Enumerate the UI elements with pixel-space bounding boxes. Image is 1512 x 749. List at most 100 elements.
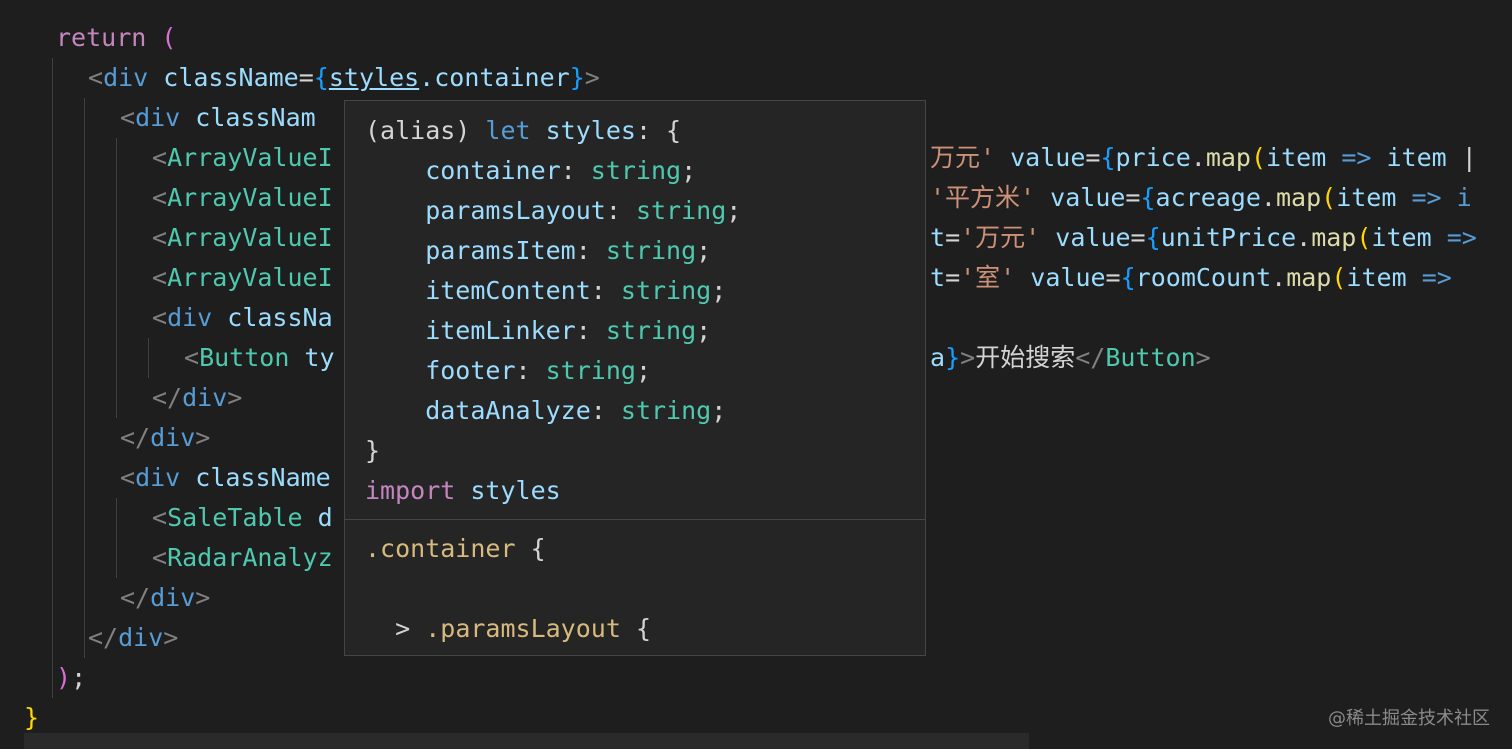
code-token: item: [1371, 223, 1432, 252]
code-token: div: [135, 103, 181, 132]
code-token: .paramsLayout: [425, 614, 621, 643]
code-line-tail: a}>开始搜索</Button>: [930, 338, 1211, 378]
code-token: className: [180, 463, 331, 492]
code-token: <: [152, 223, 168, 252]
code-token: }: [365, 436, 381, 465]
code-token: <: [152, 263, 168, 292]
code-token: itemContent: [365, 276, 591, 305]
indent-guide: [84, 98, 85, 658]
code-token: </: [120, 423, 151, 452]
code-token: import: [365, 476, 456, 505]
code-token: </: [152, 383, 183, 412]
code-token: ty: [289, 343, 335, 372]
code-token: ;: [726, 196, 742, 225]
code-line: );: [56, 658, 86, 698]
code-token: '平方米': [930, 183, 1036, 212]
code-token: <: [88, 63, 104, 92]
code-token: classNam: [180, 103, 316, 132]
code-token: >: [163, 623, 179, 652]
code-token: {: [515, 534, 546, 563]
indent-guide: [52, 58, 53, 698]
code-line: <div classNa: [152, 298, 333, 338]
code-token: .: [1296, 223, 1312, 252]
code-token: ArrayValueI: [167, 263, 333, 292]
hover-line: paramsItem: string;: [365, 231, 711, 271]
code-token: '室': [960, 263, 1016, 292]
code-token: ;: [71, 663, 87, 692]
code-token: className: [148, 63, 299, 92]
code-token: div: [150, 583, 196, 612]
code-token: styles: [530, 116, 636, 145]
code-token: =>: [1326, 143, 1387, 172]
code-token: map: [1311, 223, 1357, 252]
code-token: ;: [711, 396, 727, 425]
code-line: <RadarAnalyz: [152, 538, 333, 578]
code-token: (: [1356, 223, 1372, 252]
code-token: unitPrice: [1160, 223, 1297, 252]
code-token: SaleTable: [167, 503, 303, 532]
code-token: d: [302, 503, 333, 532]
code-token: ;: [681, 156, 697, 185]
code-token: div: [135, 463, 181, 492]
code-token: (: [1321, 183, 1337, 212]
code-token: styles: [328, 63, 420, 92]
code-token: string: [545, 356, 636, 385]
code-token: dataAnalyze: [365, 396, 591, 425]
code-token: container: [365, 156, 561, 185]
code-token: }: [24, 703, 40, 732]
code-token: {: [1140, 183, 1156, 212]
hover-tooltip[interactable]: (alias) let styles: { container: string;…: [344, 100, 926, 656]
code-token: Button: [1105, 343, 1196, 372]
code-line: <ArrayValueI: [152, 258, 333, 298]
code-token: div: [103, 63, 149, 92]
code-token: div: [118, 623, 164, 652]
code-token: t: [930, 263, 946, 292]
code-token: :: [590, 396, 621, 425]
code-line: </div>: [152, 378, 242, 418]
code-token: string: [635, 196, 727, 225]
code-token: <: [152, 143, 168, 172]
code-token: item: [1336, 183, 1397, 212]
code-token: ArrayValueI: [167, 223, 333, 252]
code-token: :: [560, 156, 591, 185]
horizontal-scrollbar[interactable]: [24, 733, 1029, 749]
code-token: {: [1120, 263, 1136, 292]
code-token: styles: [455, 476, 561, 505]
hover-css-line: .container {: [365, 529, 546, 569]
code-token: =: [1085, 143, 1101, 172]
code-line: <ArrayValueI: [152, 138, 333, 178]
code-token: value: [1035, 183, 1126, 212]
code-token: string: [590, 156, 682, 185]
code-line-tail: 万元' value={price.map(item => item |: [930, 138, 1477, 178]
code-token: =>: [1406, 263, 1452, 292]
code-token: .container: [419, 63, 570, 92]
code-line: </div>: [120, 578, 210, 618]
code-token: ;: [635, 356, 651, 385]
code-token: itemLinker: [365, 316, 576, 345]
code-token: >: [195, 423, 211, 452]
code-token: >: [365, 614, 426, 643]
code-token: item: [1386, 143, 1447, 172]
code-token: map: [1286, 263, 1332, 292]
code-token: 万元': [930, 143, 996, 172]
code-token: {: [313, 63, 329, 92]
code-token: <: [152, 183, 168, 212]
code-token: ArrayValueI: [167, 143, 333, 172]
code-token: value: [1040, 223, 1131, 252]
code-line: <div classNam: [120, 98, 316, 138]
code-token: {: [1100, 143, 1116, 172]
code-token: {: [620, 614, 651, 643]
hover-divider: [345, 519, 925, 520]
indent-guide: [116, 498, 117, 578]
code-token: }: [569, 63, 585, 92]
code-token: (alias): [365, 116, 486, 145]
code-line: <div className={styles.container}>: [88, 58, 600, 98]
indent-guide: [148, 338, 149, 378]
hover-line: (alias) let styles: {: [365, 111, 681, 151]
code-token: .: [1260, 183, 1276, 212]
code-token: ;: [711, 276, 727, 305]
code-line: return (: [56, 18, 176, 58]
code-token: <: [152, 503, 168, 532]
code-token: =: [1130, 223, 1146, 252]
code-token: map: [1275, 183, 1322, 212]
